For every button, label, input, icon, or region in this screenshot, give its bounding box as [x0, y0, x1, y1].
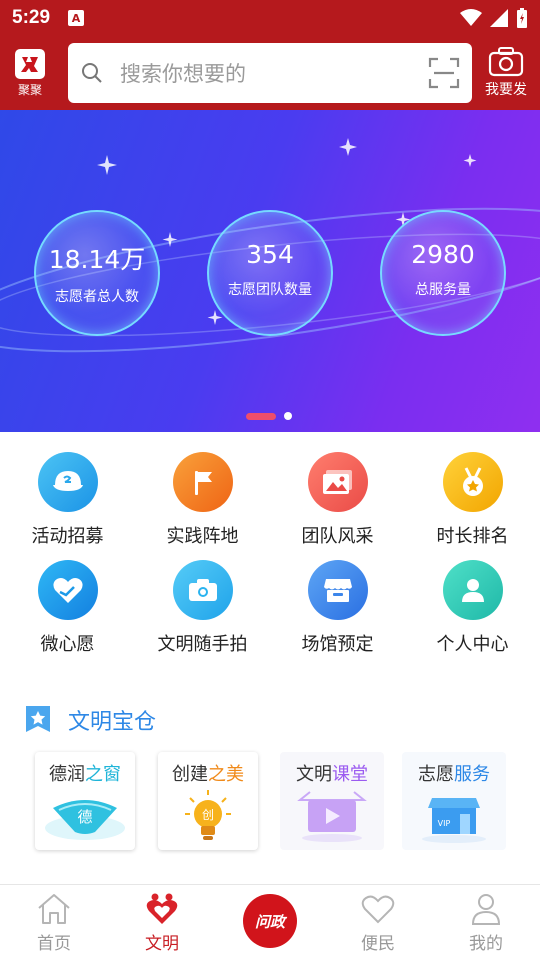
civilization-heart-icon: [144, 891, 180, 927]
stat-bubble-services[interactable]: 2980 总服务量: [380, 210, 506, 336]
status-bar: 5:29 A: [0, 0, 540, 36]
card-title: 德润之窗: [35, 760, 135, 786]
card-derun-window[interactable]: 德润之窗 德: [35, 752, 135, 850]
grid-label: 时长排名: [436, 526, 509, 547]
grid-label: 个人中心: [436, 634, 509, 655]
stats-banner[interactable]: 18.14万 志愿者总人数 354 志愿团队数量 2980 总服务量: [0, 110, 540, 432]
heart-hand-icon: [37, 560, 98, 620]
card-title-prefix: 志愿: [418, 764, 454, 785]
card-chuangjian-beauty[interactable]: 创建之美 创: [158, 752, 258, 850]
grid-item-activity-recruit[interactable]: 活动招募: [0, 452, 135, 548]
card-title-highlight: 之美: [208, 764, 244, 785]
battery-icon: [517, 8, 527, 28]
home-icon: [36, 891, 72, 927]
post-button[interactable]: 我要发: [472, 36, 540, 110]
stat-bubble-teams[interactable]: 354 志愿团队数量: [207, 210, 333, 336]
search-icon: [82, 63, 102, 83]
cap-icon: [37, 452, 98, 512]
card-badge-text: 创: [202, 808, 214, 822]
person-icon: [442, 560, 503, 620]
notification-icon: A: [68, 10, 85, 26]
stat-label: 志愿团队数量: [228, 282, 312, 298]
fan-de-icon: 德: [45, 800, 125, 840]
stat-label: 志愿者总人数: [55, 289, 139, 305]
tab-label: 便民: [361, 934, 395, 954]
card-title: 文明课堂: [280, 760, 384, 786]
grid-item-personal-center[interactable]: 个人中心: [405, 560, 540, 656]
grid-item-micro-wish[interactable]: 微心愿: [0, 560, 135, 656]
grid-item-practice-base[interactable]: 实践阵地: [135, 452, 270, 548]
tab-civilization[interactable]: 文明: [108, 885, 216, 961]
video-screen-icon: [297, 791, 367, 842]
stat-value: 18.14万: [48, 245, 146, 274]
tab-convenience[interactable]: 便民: [324, 885, 432, 961]
app-logo[interactable]: 聚聚: [0, 36, 60, 110]
card-title-prefix: 文明: [296, 764, 332, 785]
tab-mine[interactable]: 我的: [432, 885, 540, 961]
wenzheng-button[interactable]: 问政: [243, 894, 297, 948]
gallery-icon: [307, 452, 368, 512]
camera-icon: [172, 560, 233, 620]
app-header: 聚聚 搜索你想要的 我要发: [0, 36, 540, 110]
grid-label: 场馆预定: [301, 634, 374, 655]
star-badge-icon: [26, 706, 50, 732]
card-title-prefix: 创建: [172, 764, 208, 785]
section-title: 文明宝仓: [24, 704, 156, 736]
grid-item-hours-ranking[interactable]: 时长排名: [405, 452, 540, 548]
search-input[interactable]: 搜索你想要的: [120, 58, 428, 88]
post-label: 我要发: [485, 82, 527, 98]
camera-icon: [488, 47, 524, 77]
grid-item-venue-booking[interactable]: 场馆预定: [270, 560, 405, 656]
card-badge-text: VIP: [438, 819, 451, 828]
vip-shop-icon: VIP: [422, 798, 486, 843]
grid-item-civil-snapshot[interactable]: 文明随手拍: [135, 560, 270, 656]
tab-label: 首页: [37, 934, 71, 954]
card-title: 创建之美: [158, 760, 258, 786]
heart-icon: [360, 891, 396, 927]
stat-label: 总服务量: [415, 282, 471, 298]
card-volunteer-service[interactable]: 志愿服务 VIP: [402, 752, 506, 850]
scan-icon[interactable]: [428, 57, 460, 89]
section-title-text: 文明宝仓: [68, 710, 157, 735]
card-title: 志愿服务: [402, 760, 506, 786]
wifi-icon: [460, 9, 482, 26]
card-title-highlight: 服务: [454, 764, 490, 785]
stat-bubble-volunteers[interactable]: 18.14万 志愿者总人数: [34, 210, 160, 336]
grid-label: 实践阵地: [166, 526, 239, 547]
lightbulb-icon: 创: [185, 790, 231, 840]
user-icon: [468, 891, 504, 927]
card-title-highlight: 课堂: [332, 764, 368, 785]
grid-label: 微心愿: [40, 634, 95, 655]
status-icons: [460, 8, 528, 28]
carousel-dot-active[interactable]: [246, 412, 276, 420]
card-civil-classroom[interactable]: 文明课堂: [280, 752, 384, 850]
tab-home[interactable]: 首页: [0, 885, 108, 961]
medal-icon: [442, 452, 503, 512]
logo-mark-icon: [15, 48, 45, 79]
card-badge-text: 德: [77, 808, 92, 826]
logo-label: 聚聚: [17, 82, 42, 97]
flag-icon: [172, 452, 233, 512]
search-bar[interactable]: 搜索你想要的: [68, 43, 472, 103]
carousel-indicator[interactable]: [246, 412, 292, 420]
card-title-prefix: 德润: [49, 764, 85, 785]
status-time: 5:29: [12, 7, 51, 28]
stat-value: 354: [246, 240, 294, 269]
carousel-dot[interactable]: [284, 412, 292, 420]
store-icon: [307, 560, 368, 620]
tab-label: 文明: [145, 934, 179, 954]
stat-value: 2980: [411, 240, 475, 269]
signal-icon: [490, 9, 508, 27]
grid-label: 团队风采: [301, 526, 374, 547]
grid-item-team-style[interactable]: 团队风采: [270, 452, 405, 548]
grid-label: 文明随手拍: [157, 634, 248, 655]
grid-label: 活动招募: [31, 526, 104, 547]
card-title-highlight: 之窗: [85, 764, 121, 785]
tab-label: 我的: [469, 934, 503, 954]
